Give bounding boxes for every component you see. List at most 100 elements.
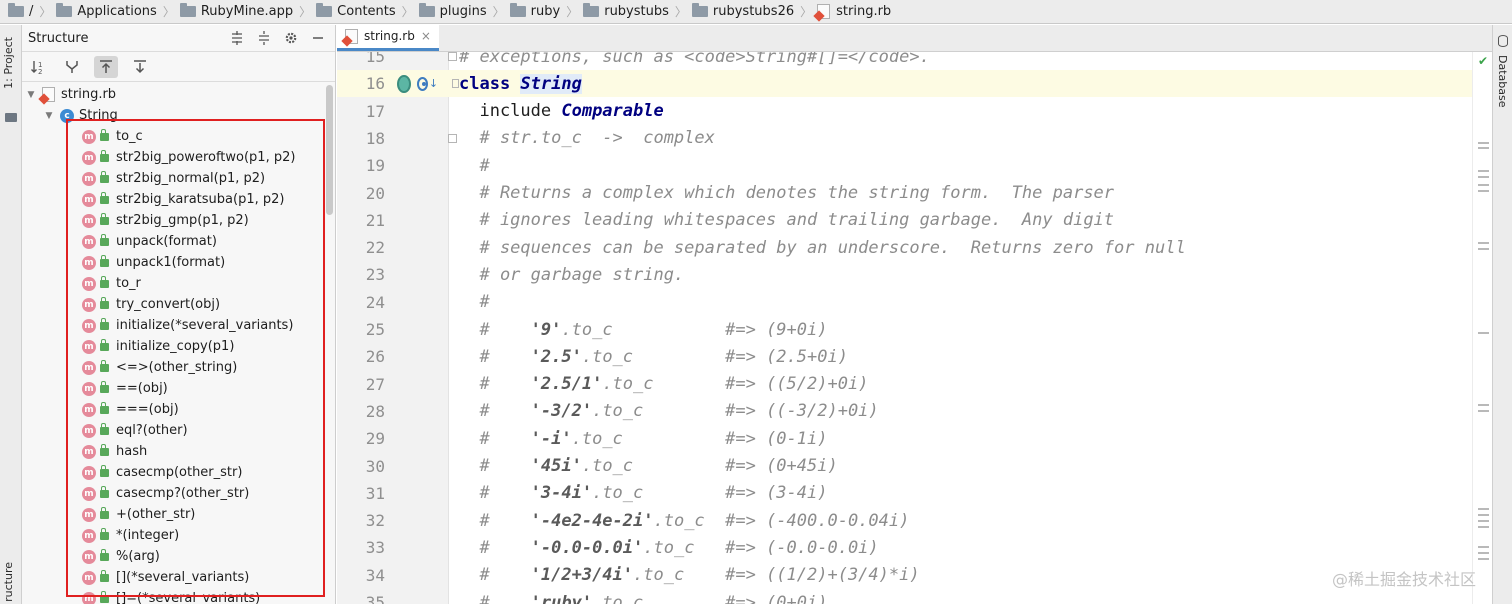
method-item[interactable]: m ===(obj): [22, 399, 327, 420]
stripe-marker[interactable]: [1478, 332, 1489, 334]
stripe-marker[interactable]: [1478, 184, 1489, 186]
overridden-method-icon[interactable]: [416, 76, 428, 91]
fold-icon[interactable]: [452, 79, 460, 89]
arrow-down-icon[interactable]: ↓: [429, 77, 438, 90]
code-line[interactable]: 28 # '-3/2'.to_c #=> ((-3/2)+0i): [337, 398, 1492, 425]
code-line[interactable]: 15 # exceptions, such as <code>String#[]=…: [337, 52, 1492, 70]
code-line[interactable]: 34 # '1/2+3/4i'.to_c #=> ((1/2)+(3/4)*i): [337, 562, 1492, 589]
breadcrumb-item[interactable]: RubyMine.app: [179, 3, 293, 19]
database-tool-tab[interactable]: Database: [1496, 55, 1509, 108]
structure-tool-tab[interactable]: ructure: [2, 562, 15, 602]
code-line[interactable]: 27 # '2.5/1'.to_c #=> ((5/2)+0i): [337, 371, 1492, 398]
method-item[interactable]: m %(arg): [22, 546, 327, 567]
breadcrumb-item[interactable]: rubystubs: [583, 3, 669, 19]
tree-node-file[interactable]: ▼ string.rb: [22, 84, 327, 105]
code-line[interactable]: 25 # '9'.to_c #=> (9+0i): [337, 316, 1492, 343]
code-line[interactable]: 26 # '2.5'.to_c #=> (2.5+0i): [337, 343, 1492, 370]
tree-node-class[interactable]: ▼ c String: [22, 105, 327, 126]
stripe-marker[interactable]: [1478, 242, 1489, 244]
breakpoint-marker-icon[interactable]: [397, 74, 411, 93]
stripe-marker[interactable]: [1478, 514, 1489, 516]
code-line[interactable]: 35 # 'ruby'.to_c #=> (0+0i): [337, 589, 1492, 604]
code-line[interactable]: 33 # '-0.0-0.0i'.to_c #=> (-0.0-0.0i): [337, 534, 1492, 561]
tab-string-rb[interactable]: string.rb ×: [337, 24, 439, 51]
stripe-marker[interactable]: [1478, 248, 1489, 250]
method-item[interactable]: m [](*several_variants): [22, 567, 327, 588]
stripe-marker[interactable]: [1478, 526, 1489, 528]
breadcrumb-item[interactable]: Contents: [316, 3, 396, 19]
line-number: 22: [365, 238, 385, 258]
fold-icon[interactable]: [448, 52, 457, 61]
method-item[interactable]: m unpack(format): [22, 231, 327, 252]
stripe-marker[interactable]: [1478, 142, 1489, 144]
method-item[interactable]: m str2big_poweroftwo(p1, p2): [22, 147, 327, 168]
close-icon[interactable]: ×: [421, 29, 431, 43]
autoscroll-from-source-icon[interactable]: [128, 56, 152, 78]
minimize-icon[interactable]: [308, 28, 328, 48]
gear-icon[interactable]: [281, 28, 301, 48]
method-item[interactable]: m casecmp(other_str): [22, 462, 327, 483]
breadcrumb-item[interactable]: string.rb: [817, 4, 891, 19]
breadcrumb-item[interactable]: plugins: [418, 3, 487, 19]
method-item[interactable]: m to_r: [22, 273, 327, 294]
stripe-marker[interactable]: [1478, 404, 1489, 406]
method-item[interactable]: m initialize(*several_variants): [22, 315, 327, 336]
method-item[interactable]: m unpack1(format): [22, 252, 327, 273]
method-item[interactable]: m initialize_copy(p1): [22, 336, 327, 357]
sort-alphabetically-icon[interactable]: 12: [26, 56, 50, 78]
code-line[interactable]: 24 #: [337, 289, 1492, 316]
fold-icon[interactable]: [448, 133, 457, 143]
method-item[interactable]: m str2big_karatsuba(p1, p2): [22, 189, 327, 210]
stripe-marker[interactable]: [1478, 552, 1489, 554]
stripe-marker[interactable]: [1478, 558, 1489, 560]
method-item[interactable]: m casecmp?(other_str): [22, 483, 327, 504]
stripe-marker[interactable]: [1478, 520, 1489, 522]
folder-icon[interactable]: [5, 113, 17, 122]
code-line[interactable]: 32 # '-4e2-4e-2i'.to_c #=> (-400.0-0.04i…: [337, 507, 1492, 534]
code-line[interactable]: 22 # sequences can be separated by an un…: [337, 234, 1492, 261]
breadcrumb-item[interactable]: /: [8, 3, 33, 19]
code-line[interactable]: 23 # or garbage string.: [337, 261, 1492, 288]
stripe-marker[interactable]: [1478, 546, 1489, 548]
stripe-marker[interactable]: [1478, 190, 1489, 192]
breadcrumb-item[interactable]: ruby: [509, 3, 560, 19]
code-editor[interactable]: 15 # exceptions, such as <code>String#[]=…: [337, 52, 1492, 604]
code-line[interactable]: 17 include Comparable: [337, 98, 1492, 125]
code-line[interactable]: 21 # ignores leading whitespaces and tra…: [337, 207, 1492, 234]
method-item[interactable]: m hash: [22, 441, 327, 462]
structure-scrollbar[interactable]: [326, 85, 333, 215]
stripe-marker[interactable]: [1478, 176, 1489, 178]
collapse-all-icon[interactable]: [254, 28, 274, 48]
inspection-ok-icon[interactable]: ✔: [1478, 54, 1488, 68]
stripe-marker[interactable]: [1478, 508, 1489, 510]
method-item[interactable]: m eql?(other): [22, 420, 327, 441]
expanded-arrow-icon[interactable]: ▼: [42, 111, 56, 121]
code-line[interactable]: 16 ↓ class String: [337, 70, 1492, 98]
method-item[interactable]: m []=(*several_variants): [22, 588, 327, 604]
show-inherited-icon[interactable]: [60, 56, 84, 78]
method-item[interactable]: m *(integer): [22, 525, 327, 546]
expand-all-icon[interactable]: [227, 28, 247, 48]
code-line[interactable]: 31 # '3-4i'.to_c #=> (3-4i): [337, 480, 1492, 507]
code-line[interactable]: 30 # '45i'.to_c #=> (0+45i): [337, 453, 1492, 480]
code-line[interactable]: 19 #: [337, 152, 1492, 179]
method-item[interactable]: m <=>(other_string): [22, 357, 327, 378]
method-item[interactable]: m to_c: [22, 126, 327, 147]
stripe-marker[interactable]: [1478, 410, 1489, 412]
project-tool-tab[interactable]: 1: Project: [2, 37, 15, 89]
stripe-marker[interactable]: [1478, 170, 1489, 172]
autoscroll-to-source-icon[interactable]: [94, 55, 118, 78]
method-item[interactable]: m ==(obj): [22, 378, 327, 399]
database-icon[interactable]: [1498, 35, 1508, 47]
breadcrumb-item[interactable]: rubystubs26: [691, 3, 794, 19]
method-item[interactable]: m +(other_str): [22, 504, 327, 525]
breadcrumb-item[interactable]: Applications: [56, 3, 157, 19]
code-line[interactable]: 18 # str.to_c -> complex: [337, 125, 1492, 152]
code-line[interactable]: 20 # Returns a complex which denotes the…: [337, 180, 1492, 207]
method-item[interactable]: m str2big_gmp(p1, p2): [22, 210, 327, 231]
method-item[interactable]: m try_convert(obj): [22, 294, 327, 315]
stripe-marker[interactable]: [1478, 147, 1489, 149]
code-line[interactable]: 29 # '-i'.to_c #=> (0-1i): [337, 425, 1492, 452]
method-item[interactable]: m str2big_normal(p1, p2): [22, 168, 327, 189]
expanded-arrow-icon[interactable]: ▼: [24, 90, 38, 100]
